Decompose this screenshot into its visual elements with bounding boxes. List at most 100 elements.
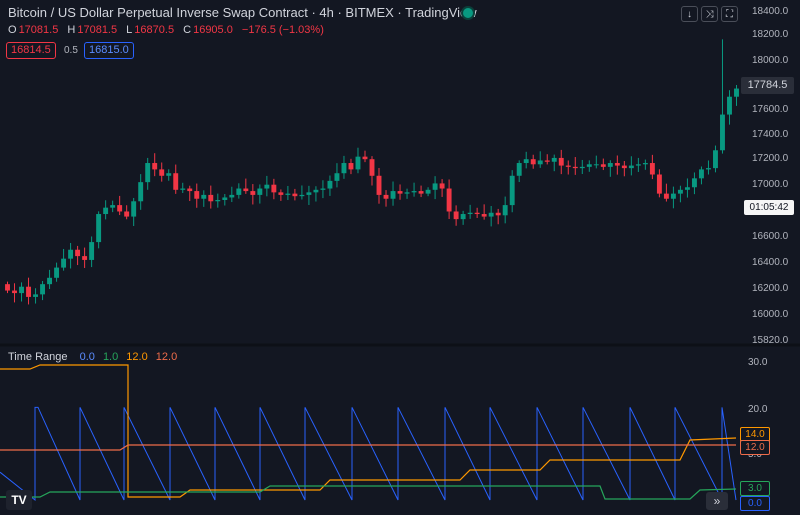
series-orange-line: [0, 364, 737, 498]
candle-body: [47, 277, 53, 285]
indicator-legend[interactable]: Time Range 0.0 1.0 12.0 12.0: [8, 351, 182, 363]
candle-body: [509, 175, 515, 206]
candle-body: [187, 188, 193, 192]
candle-body: [236, 188, 242, 195]
bar-countdown: 01:05:42: [744, 200, 794, 215]
price-axis-label: 18000.0: [752, 55, 789, 66]
indicator-value-orange: 12.0: [126, 351, 148, 363]
candle-body: [572, 166, 578, 169]
candle-body: [278, 192, 284, 195]
candle-body: [362, 156, 368, 160]
candle-body: [229, 194, 235, 198]
chart-canvas[interactable]: 18400.0 18200.0 18000.0 17600.0 17400.0 17200…: [0, 0, 800, 515]
candle-body: [348, 163, 354, 170]
candle-body: [488, 212, 494, 217]
candle-body: [467, 212, 473, 215]
candle-body: [698, 169, 704, 179]
price-axis-label: 16400.0: [752, 257, 789, 268]
candle-body: [75, 249, 81, 257]
candle-body: [600, 164, 606, 167]
candle-body: [537, 160, 543, 165]
candle-body: [306, 192, 312, 195]
candle-body: [152, 163, 158, 170]
candle-body: [551, 157, 557, 162]
candle-body: [292, 193, 298, 197]
candle-body: [635, 164, 641, 166]
candle-body: [82, 256, 88, 260]
candle-body: [691, 178, 697, 188]
price-axis-label: 18200.0: [752, 29, 789, 40]
candle-body: [460, 214, 466, 220]
candle-body: [61, 258, 67, 268]
candle-body: [26, 286, 31, 297]
tradingview-logo[interactable]: TV: [6, 490, 32, 510]
candle-body: [474, 212, 480, 215]
candle-body: [383, 194, 389, 199]
candle-body: [222, 197, 228, 201]
candle-body: [453, 211, 459, 220]
candle-body: [257, 188, 263, 195]
price-axis-label: 16200.0: [752, 283, 789, 294]
candle-body: [481, 214, 487, 217]
candle-body: [614, 163, 620, 166]
candle-body: [720, 114, 725, 151]
indicator-axis-label: 20.0: [748, 404, 768, 415]
candle-body: [89, 242, 95, 260]
candle-body: [201, 194, 207, 199]
indicator-value-tag: 0.0: [740, 496, 770, 511]
candle-body: [621, 165, 627, 169]
candle-body: [544, 160, 550, 162]
indicator-value-tag: 3.0: [740, 481, 770, 496]
candle-body: [145, 163, 151, 183]
candle-body: [579, 166, 585, 169]
candle-body: [299, 194, 305, 197]
candle-body: [642, 163, 648, 165]
candle-body: [439, 183, 445, 189]
candle-body: [684, 187, 690, 190]
candle-body: [68, 249, 74, 259]
candle-body: [327, 180, 333, 189]
last-price-label: 17784.5: [741, 77, 794, 94]
candle-body: [264, 184, 270, 189]
candle-body: [677, 189, 683, 194]
candle-body: [285, 193, 291, 195]
candle-body: [103, 207, 109, 215]
candle-body: [565, 165, 571, 167]
indicator-value-salmon: 12.0: [155, 351, 178, 363]
candle-body: [215, 200, 221, 202]
candle-body: [734, 88, 739, 97]
candle-body: [516, 163, 522, 176]
candle-body: [12, 290, 17, 294]
price-axis-label: 16600.0: [752, 231, 789, 242]
series-green-line: [0, 485, 737, 500]
candle-body: [593, 164, 599, 166]
candle-body: [586, 164, 592, 167]
candle-body: [495, 212, 501, 216]
candle-body: [166, 173, 172, 176]
indicator-lines: [0, 364, 737, 502]
candle-body: [131, 201, 137, 217]
indicator-value-green: 1.0: [102, 351, 119, 363]
candle-body: [706, 168, 711, 170]
candle-body: [117, 205, 123, 212]
candle-body: [243, 188, 249, 192]
candle-body: [397, 191, 403, 194]
candle-body: [320, 188, 326, 190]
candle-body: [425, 189, 431, 194]
scroll-to-realtime-button[interactable]: »: [706, 492, 728, 510]
candle-body: [727, 96, 732, 115]
candle-body: [530, 159, 536, 165]
candle-body: [656, 174, 662, 194]
candle-body: [390, 191, 396, 199]
candle-body: [19, 286, 24, 294]
series-salmon-line: [0, 444, 736, 451]
candle-body: [334, 173, 340, 181]
price-axis-label: 16000.0: [752, 309, 789, 320]
candle-body: [670, 193, 676, 199]
candle-body: [432, 183, 438, 190]
candle-body: [341, 163, 347, 174]
candle-body: [313, 189, 319, 193]
price-axis-label: 18400.0: [752, 6, 789, 17]
candle-body: [173, 173, 179, 190]
candle-body: [355, 156, 361, 170]
